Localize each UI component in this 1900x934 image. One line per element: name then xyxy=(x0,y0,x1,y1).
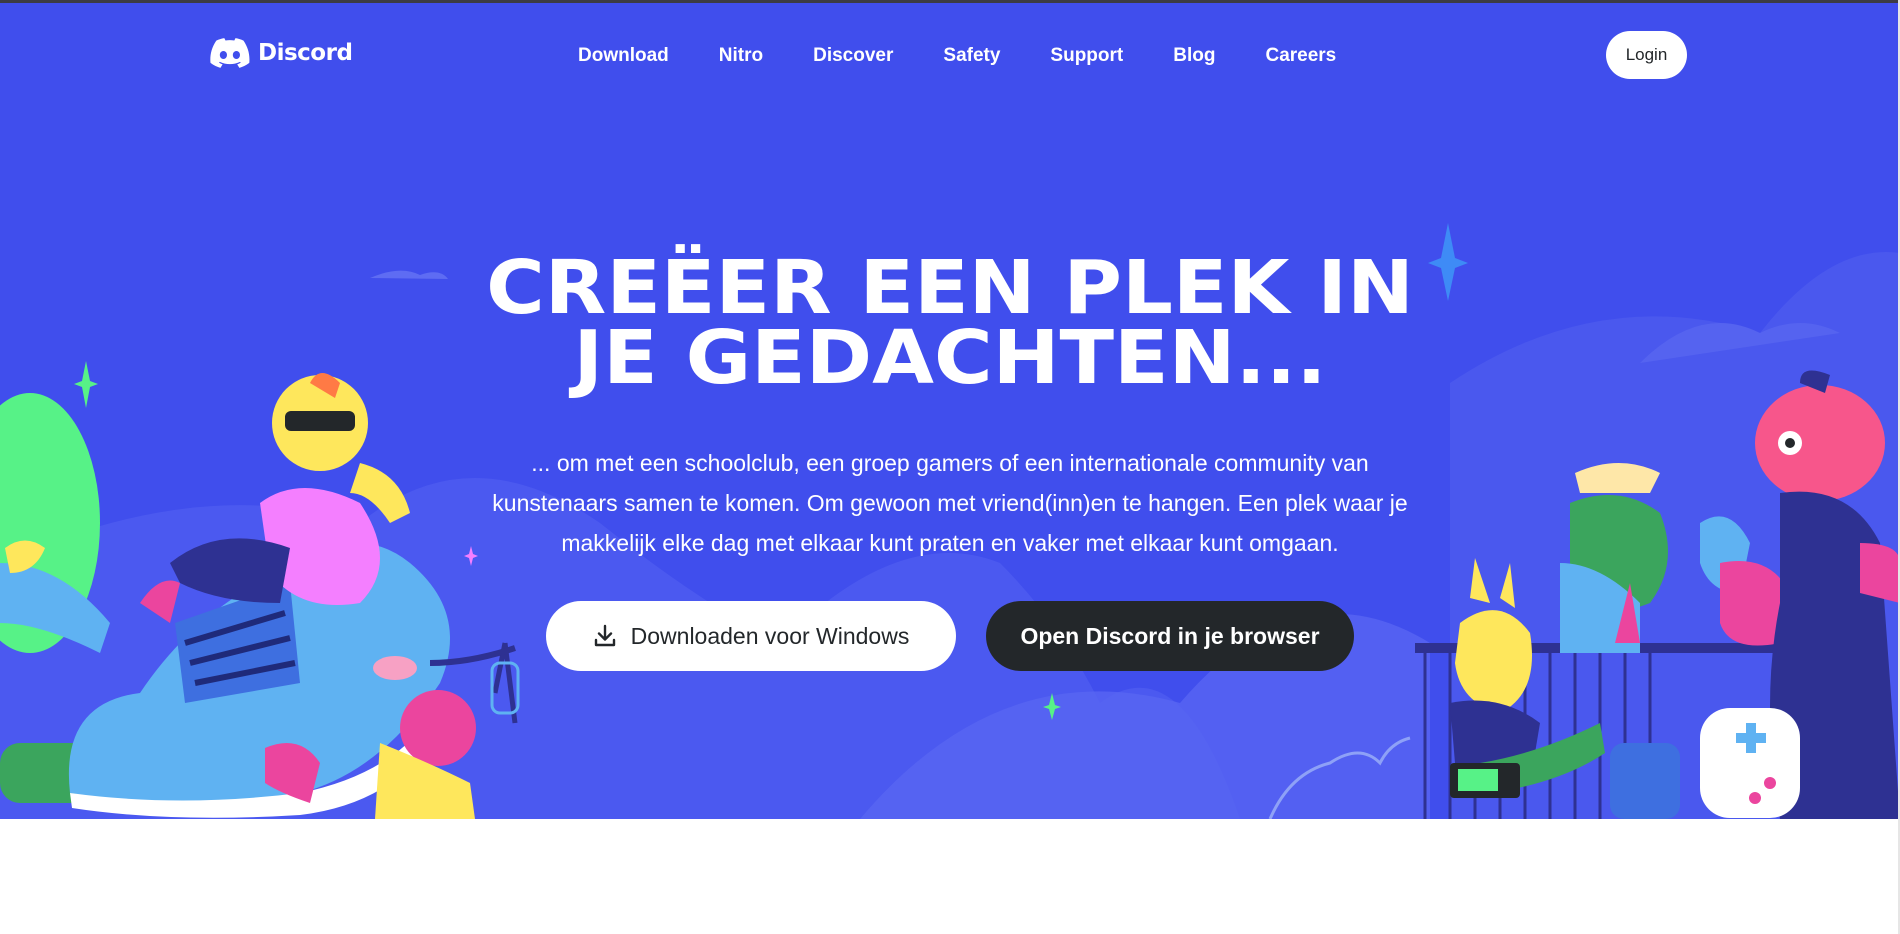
description-line-3: makkelijk elke dag met elkaar kunt prate… xyxy=(561,530,1339,556)
nav-download[interactable]: Download xyxy=(578,45,669,67)
discord-logo-icon xyxy=(210,38,250,68)
nav-safety[interactable]: Safety xyxy=(943,45,1000,67)
headline-line-1: CREËER EEN PLEK IN xyxy=(486,245,1414,331)
nav-discover[interactable]: Discover xyxy=(813,45,893,67)
nav-nitro[interactable]: Nitro xyxy=(719,45,763,67)
nav-support[interactable]: Support xyxy=(1050,45,1123,67)
hero-description: ... om met een schoolclub, een groep gam… xyxy=(470,443,1430,563)
brand-name: Discord xyxy=(258,40,353,66)
description-line-1: ... om met een schoolclub, een groep gam… xyxy=(531,450,1369,476)
main-nav: Download Nitro Discover Safety Support B… xyxy=(578,45,1386,67)
nav-blog[interactable]: Blog xyxy=(1173,45,1215,67)
hero-headline: CREËER EEN PLEK IN JE GEDACHTEN... xyxy=(302,245,1598,401)
nav-careers[interactable]: Careers xyxy=(1265,45,1336,67)
hero-illustration xyxy=(0,223,1900,819)
login-button[interactable]: Login xyxy=(1606,31,1687,79)
download-windows-label: Downloaden voor Windows xyxy=(630,622,910,649)
discord-logo[interactable]: Discord xyxy=(210,38,353,68)
open-in-browser-button[interactable]: Open Discord in je browser xyxy=(986,601,1354,671)
headline-line-2: JE GEDACHTEN... xyxy=(573,315,1327,401)
download-icon xyxy=(594,624,615,647)
sparkle-icon xyxy=(74,361,98,408)
hero-section: Discord Download Nitro Discover Safety S… xyxy=(0,3,1900,819)
download-windows-button[interactable]: Downloaden voor Windows xyxy=(546,601,956,671)
description-line-2: kunstenaars samen te komen. Om gewoon me… xyxy=(492,490,1408,516)
